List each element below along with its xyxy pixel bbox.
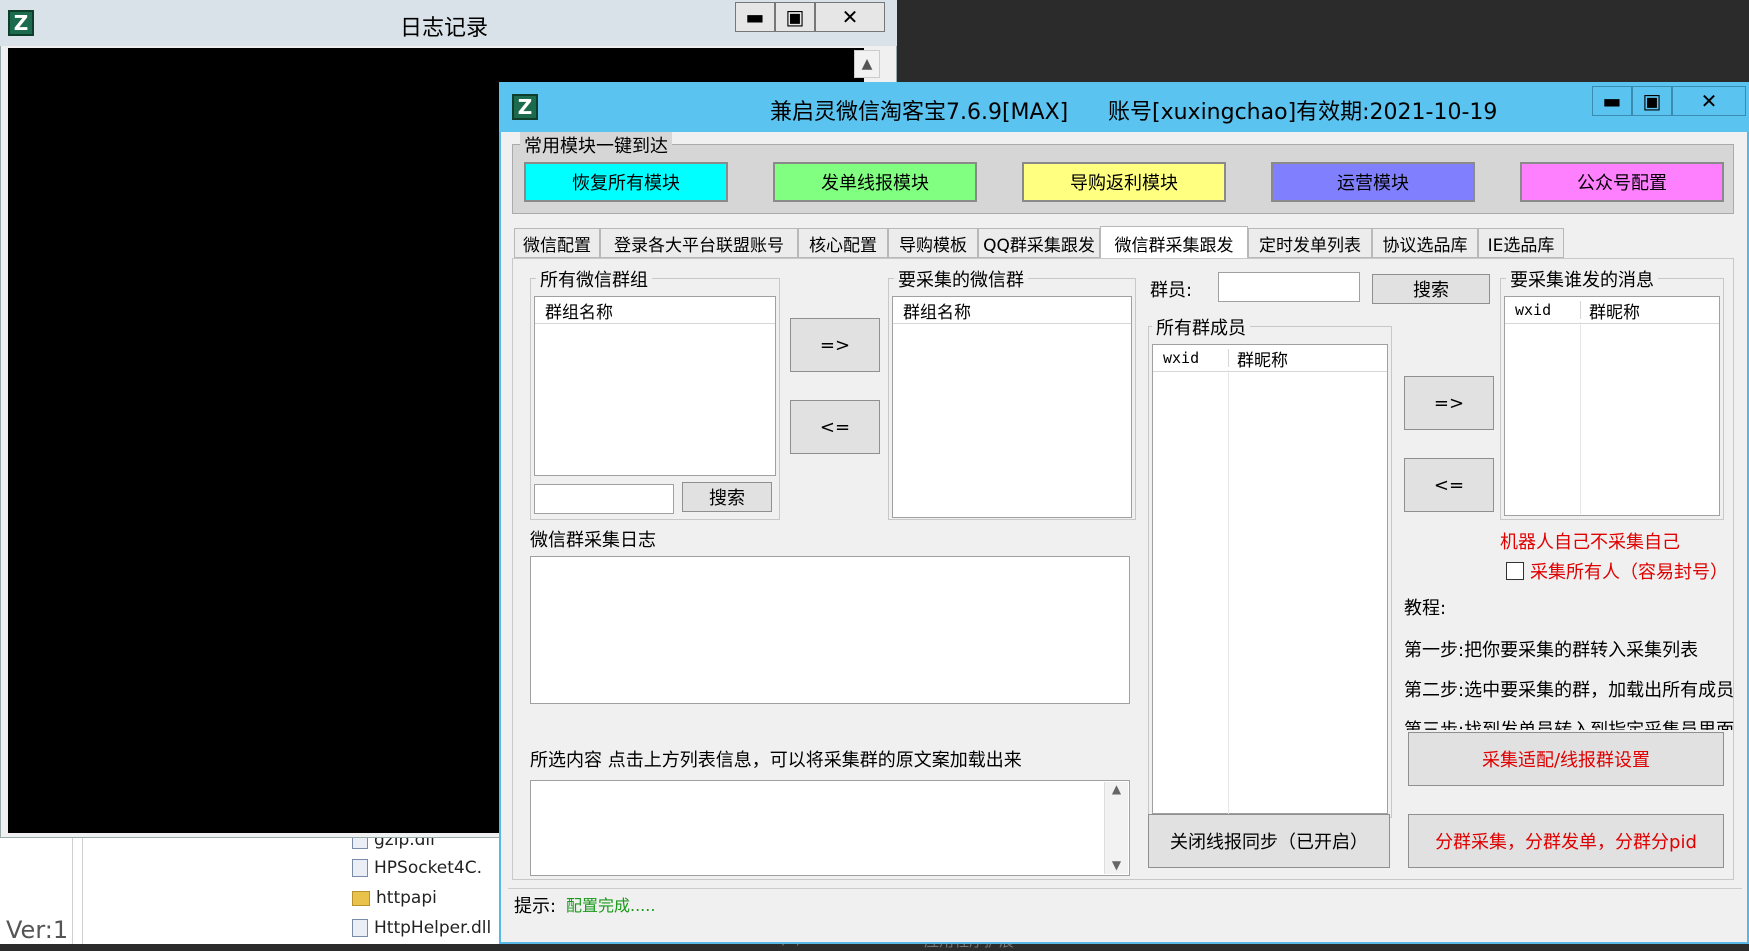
tab-wechat-config[interactable]: 微信配置	[514, 228, 600, 258]
move-right-button[interactable]: =>	[790, 318, 880, 372]
all-members-title: 所有群成员	[1152, 314, 1250, 340]
collect-all-label[interactable]: 采集所有人（容易封号）	[1530, 558, 1728, 584]
tab-scheduled-list[interactable]: 定时发单列表	[1248, 228, 1372, 258]
collect-from-title: 要采集谁发的消息	[1506, 266, 1658, 292]
nickname-column[interactable]: 群昵称	[1581, 298, 1640, 323]
member-move-left-button[interactable]: <=	[1404, 458, 1494, 512]
explorer-divider	[72, 838, 73, 944]
group-search-button[interactable]: 搜索	[682, 482, 772, 512]
all-members-list[interactable]: wxid 群昵称	[1152, 344, 1388, 814]
tab-wechat-collect[interactable]: 微信群采集跟发	[1100, 226, 1248, 260]
tab-protocol-library[interactable]: 协议选品库	[1372, 228, 1478, 258]
scroll-up-icon[interactable]: ▲	[1105, 782, 1128, 796]
main-window-title: 兼启灵微信淘客宝7.6.9[MAX]	[770, 100, 1069, 125]
group-search-input[interactable]	[534, 484, 674, 514]
app-logo-icon: Z	[512, 94, 538, 120]
official-account-button[interactable]: 公众号配置	[1520, 162, 1724, 202]
file-icon	[352, 859, 368, 877]
all-groups-list[interactable]: 群组名称	[534, 296, 776, 476]
maximize-button[interactable]: ▣	[775, 2, 815, 32]
file-explorer-background: Ver:1 gzip.dll HPSocket4C. httpapi HttpH…	[0, 830, 520, 944]
minimize-button[interactable]: ▬	[735, 2, 775, 32]
folder-icon	[352, 890, 370, 906]
tab-core-config[interactable]: 核心配置	[798, 228, 888, 258]
file-icon	[352, 919, 368, 937]
modules-group-title: 常用模块一键到达	[520, 132, 672, 158]
collect-all-checkbox[interactable]	[1506, 562, 1524, 580]
column-divider	[1580, 322, 1581, 514]
member-search-button[interactable]: 搜索	[1372, 274, 1490, 304]
log-window-title: 日志记录	[400, 16, 489, 41]
file-item[interactable]: HPSocket4C.	[352, 858, 482, 878]
all-groups-title: 所有微信群组	[536, 266, 652, 292]
tutorial-step-3: 第三步:找到发单员转入到指定采集员里面	[1404, 716, 1734, 730]
collect-log-title: 微信群采集日志	[530, 530, 656, 551]
close-sync-button[interactable]: 关闭线报同步（已开启）	[1148, 814, 1390, 868]
file-item[interactable]: HttpHelper.dll	[352, 918, 491, 938]
selected-content-label: 所选内容 点击上方列表信息，可以将采集群的原文案加载出来	[530, 750, 1022, 771]
selected-content-textarea[interactable]	[530, 780, 1130, 876]
publish-module-button[interactable]: 发单线报模块	[773, 162, 977, 202]
file-item[interactable]: httpapi	[352, 888, 437, 908]
tutorial-step-2: 第二步:选中要采集的群，加载出所有成员	[1404, 680, 1734, 701]
tab-guide-template[interactable]: 导购模板	[888, 228, 978, 258]
tab-qq-collect[interactable]: QQ群采集跟发	[978, 228, 1100, 258]
split-collect-button[interactable]: 分群采集，分群发单，分群分pid	[1408, 814, 1724, 868]
rebate-module-button[interactable]: 导购返利模块	[1022, 162, 1226, 202]
member-search-input[interactable]	[1218, 272, 1360, 302]
textarea-scrollbar[interactable]: ▲ ▼	[1104, 782, 1128, 874]
scroll-up-icon[interactable]: ▲	[854, 50, 880, 78]
collect-log-textarea[interactable]	[530, 556, 1130, 704]
app-logo-icon: Z	[8, 10, 34, 36]
status-label: 提示:	[514, 896, 557, 917]
tab-login-accounts[interactable]: 登录各大平台联盟账号	[600, 228, 798, 258]
status-text: 配置完成.....	[566, 896, 656, 915]
close-button[interactable]: ✕	[1672, 86, 1746, 116]
minimize-button[interactable]: ▬	[1592, 86, 1632, 116]
nickname-column[interactable]: 群昵称	[1229, 346, 1288, 371]
tab-ie-library[interactable]: IE选品库	[1478, 228, 1564, 258]
account-info: 账号[xuxingchao]有效期:2021-10-19	[1108, 100, 1498, 125]
target-groups-list[interactable]: 群组名称	[892, 296, 1132, 518]
target-groups-title: 要采集的微信群	[894, 266, 1028, 292]
list-header: wxid 群昵称	[1153, 345, 1387, 372]
column-divider	[1228, 370, 1229, 814]
close-button[interactable]: ✕	[815, 2, 885, 32]
list-header: 群组名称	[535, 297, 775, 324]
group-name-column[interactable]: 群组名称	[535, 298, 613, 323]
scroll-down-icon[interactable]: ▼	[1105, 858, 1128, 872]
version-text: Ver:1	[6, 916, 69, 944]
wxid-column[interactable]: wxid	[1505, 301, 1581, 319]
maximize-button[interactable]: ▣	[1632, 86, 1672, 116]
move-left-button[interactable]: <=	[790, 400, 880, 454]
status-bar	[508, 888, 1742, 920]
collect-config-button[interactable]: 采集适配/线报群设置	[1408, 732, 1724, 786]
list-header: 群组名称	[893, 297, 1131, 324]
wxid-column[interactable]: wxid	[1153, 349, 1229, 367]
list-header: wxid 群昵称	[1505, 297, 1719, 324]
member-move-right-button[interactable]: =>	[1404, 376, 1494, 430]
tutorial-step-3-clip: 第三步:找到发单员转入到指定采集员里面	[1404, 716, 1734, 730]
robot-note: 机器人自己不采集自己	[1500, 532, 1680, 553]
member-label: 群员:	[1150, 280, 1193, 301]
restore-modules-button[interactable]: 恢复所有模块	[524, 162, 728, 202]
tutorial-step-1: 第一步:把你要采集的群转入采集列表	[1404, 640, 1699, 661]
tutorial-title: 教程:	[1404, 598, 1447, 619]
collect-from-list[interactable]: wxid 群昵称	[1504, 296, 1720, 516]
group-name-column[interactable]: 群组名称	[893, 298, 971, 323]
explorer-divider	[82, 838, 83, 944]
operation-module-button[interactable]: 运营模块	[1271, 162, 1475, 202]
